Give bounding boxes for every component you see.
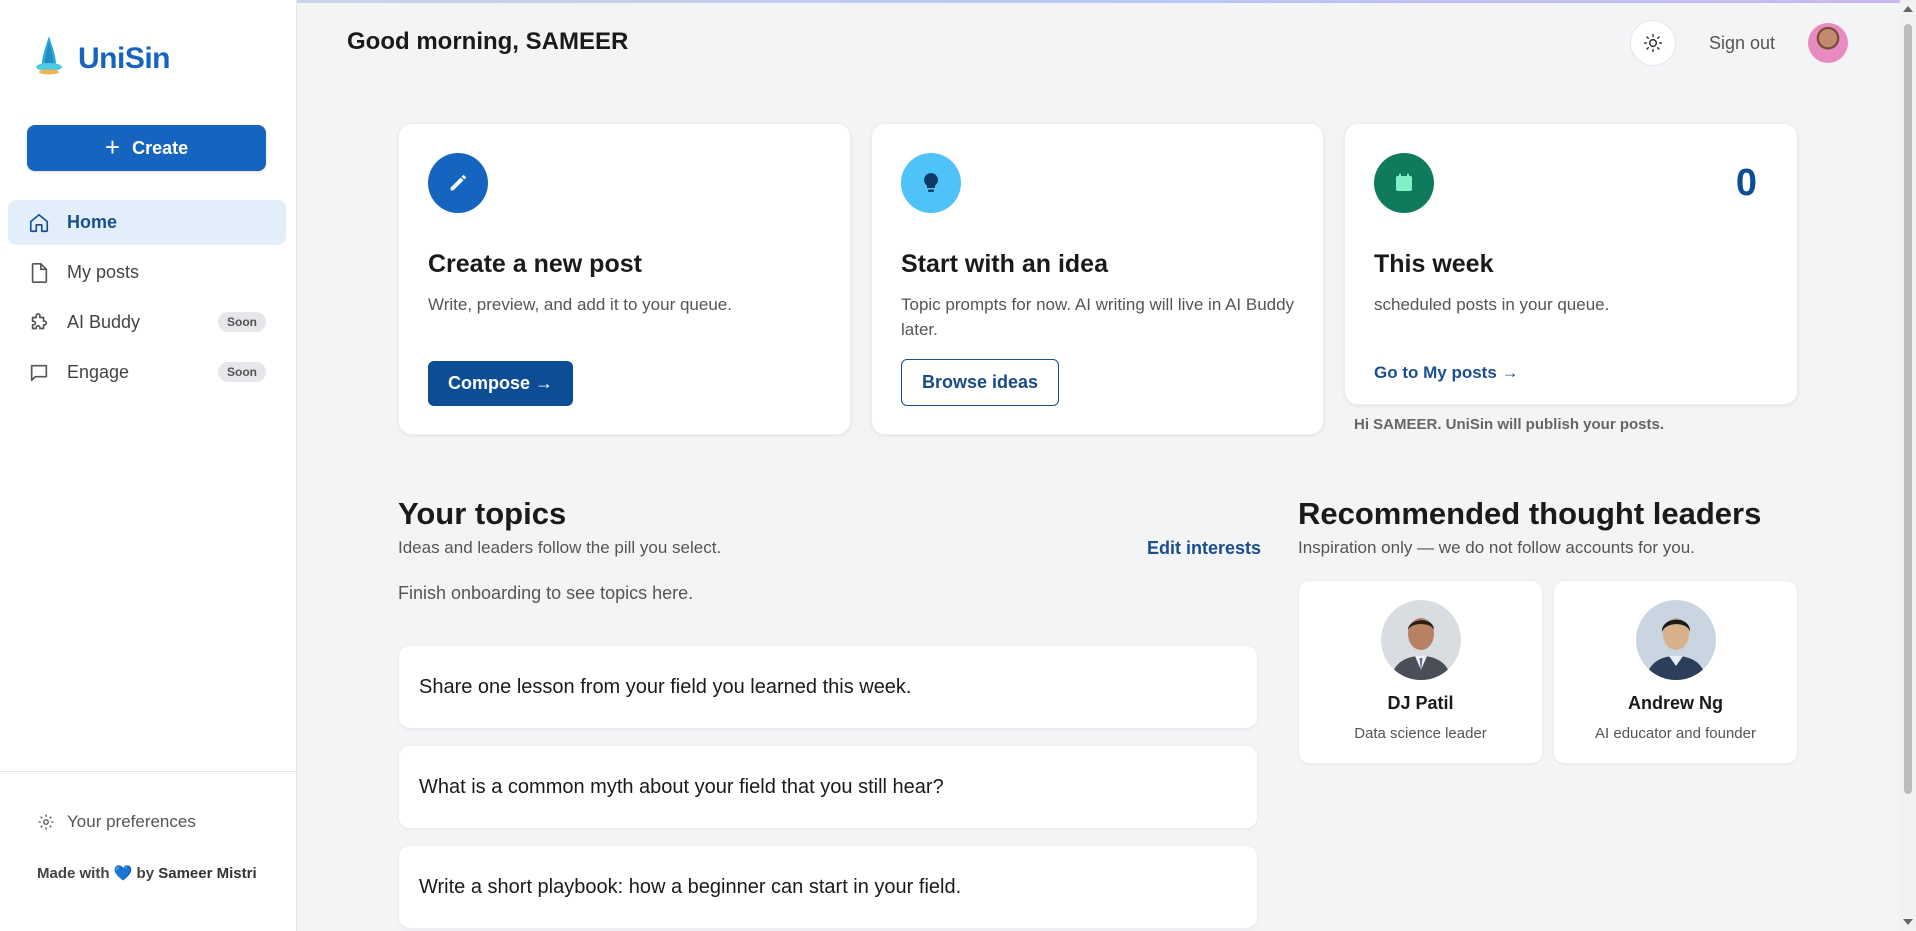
sidebar-item-engage[interactable]: Engage Soon (8, 350, 286, 395)
brand-logo-icon (34, 34, 64, 83)
compose-button[interactable]: Compose → (428, 361, 574, 406)
gear-icon (38, 814, 54, 830)
brand[interactable]: UniSin (34, 34, 171, 83)
page-scrollbar[interactable] (1900, 0, 1916, 931)
sidebar-item-label: Engage (67, 362, 130, 382)
preferences-link[interactable]: Your preferences (37, 812, 196, 832)
made-with-prefix: Made with (37, 865, 110, 882)
calendar-icon (1396, 173, 1412, 191)
made-with-author: Sameer Mistri (158, 865, 257, 882)
sidebar-item-ai-buddy[interactable]: AI Buddy Soon (8, 300, 286, 345)
pencil-icon (450, 174, 467, 191)
leader-card[interactable]: Andrew Ng AI educator and founder (1553, 580, 1798, 764)
preferences-label: Your preferences (67, 812, 196, 831)
sidebar-item-label: My posts (67, 262, 140, 282)
sign-out-button[interactable]: Sign out (1709, 33, 1775, 54)
card-description: Write, preview, and add it to your queue… (428, 295, 732, 314)
sidebar-item-home[interactable]: Home (8, 200, 286, 245)
leaders-title: Recommended thought leaders (1298, 496, 1762, 531)
card-icon (1374, 153, 1434, 213)
prompt-item[interactable]: Share one lesson from your field you lea… (398, 645, 1258, 729)
leader-card[interactable]: DJ Patil Data science leader (1298, 580, 1543, 764)
sun-icon (1643, 33, 1663, 53)
leaders-subtitle: Inspiration only — we do not follow acco… (1298, 538, 1695, 557)
brand-name: UniSin (78, 41, 171, 75)
publish-note: Hi SAMEER. UniSin will publish your post… (1354, 416, 1665, 433)
plus-icon: + (104, 131, 121, 162)
puzzle-icon (31, 312, 48, 329)
document-icon (31, 262, 48, 283)
topics-title: Your topics (398, 496, 567, 531)
chat-icon (30, 364, 48, 381)
create-post-card: Create a new post Write, preview, and ad… (398, 123, 851, 435)
topics-empty-text: Finish onboarding to see topics here. (398, 583, 694, 603)
home-icon (29, 213, 49, 232)
made-with-credit: Made with 💙 by Sameer Mistri (37, 864, 257, 884)
theme-toggle-button[interactable] (1630, 20, 1676, 66)
scheduled-count: 0 (1735, 162, 1757, 204)
heart-icon: 💙 (113, 865, 133, 882)
prompt-item[interactable]: Write a short playbook: how a beginner c… (398, 845, 1258, 929)
card-description: scheduled posts in your queue. (1374, 295, 1610, 314)
sidebar-nav: Home My posts AI Buddy Soon Engage Soon (8, 200, 286, 400)
leader-photo (1381, 600, 1461, 680)
leader-photo (1636, 600, 1716, 680)
go-to-my-posts-link[interactable]: Go to My posts → (1374, 363, 1519, 383)
avatar[interactable] (1808, 23, 1848, 63)
leader-role: AI educator and founder (1595, 725, 1756, 742)
create-button[interactable]: + Create (27, 125, 266, 171)
card-icon (901, 153, 961, 213)
prompt-item[interactable]: What is a common myth about your field t… (398, 745, 1258, 829)
card-description: Topic prompts for now. AI writing will l… (901, 295, 1295, 339)
soon-badge: Soon (218, 312, 266, 332)
card-title: Create a new post (428, 250, 642, 278)
scroll-thumb[interactable] (1904, 24, 1912, 794)
scroll-up-arrow-icon[interactable] (1903, 6, 1913, 12)
this-week-card: 0 This week scheduled posts in your queu… (1344, 123, 1798, 405)
topics-subtitle: Ideas and leaders follow the pill you se… (398, 538, 722, 557)
sidebar-footer: Your preferences Made with 💙 by Sameer M… (0, 771, 296, 931)
soon-badge: Soon (218, 362, 266, 382)
edit-interests-link[interactable]: Edit interests (1147, 538, 1261, 559)
sidebar-item-my-posts[interactable]: My posts (8, 250, 286, 295)
leader-role: Data science leader (1354, 725, 1487, 742)
page-greeting: Good morning, SAMEER (347, 28, 629, 55)
made-with-by: by (136, 865, 155, 882)
lightbulb-icon (924, 173, 938, 192)
sidebar-item-label: Home (67, 212, 118, 232)
sidebar-item-label: AI Buddy (67, 312, 141, 332)
sidebar: UniSin + Create Home My posts AI Buddy S… (0, 0, 297, 931)
idea-card: Start with an idea Topic prompts for now… (871, 123, 1324, 435)
card-title: Start with an idea (901, 250, 1108, 278)
scroll-down-arrow-icon[interactable] (1903, 919, 1913, 925)
create-button-label: Create (132, 137, 189, 158)
leader-name: Andrew Ng (1627, 693, 1723, 713)
browse-ideas-button[interactable]: Browse ideas (901, 359, 1060, 406)
card-title: This week (1374, 250, 1494, 278)
leader-name: DJ Patil (1387, 693, 1454, 713)
card-icon (428, 153, 488, 213)
